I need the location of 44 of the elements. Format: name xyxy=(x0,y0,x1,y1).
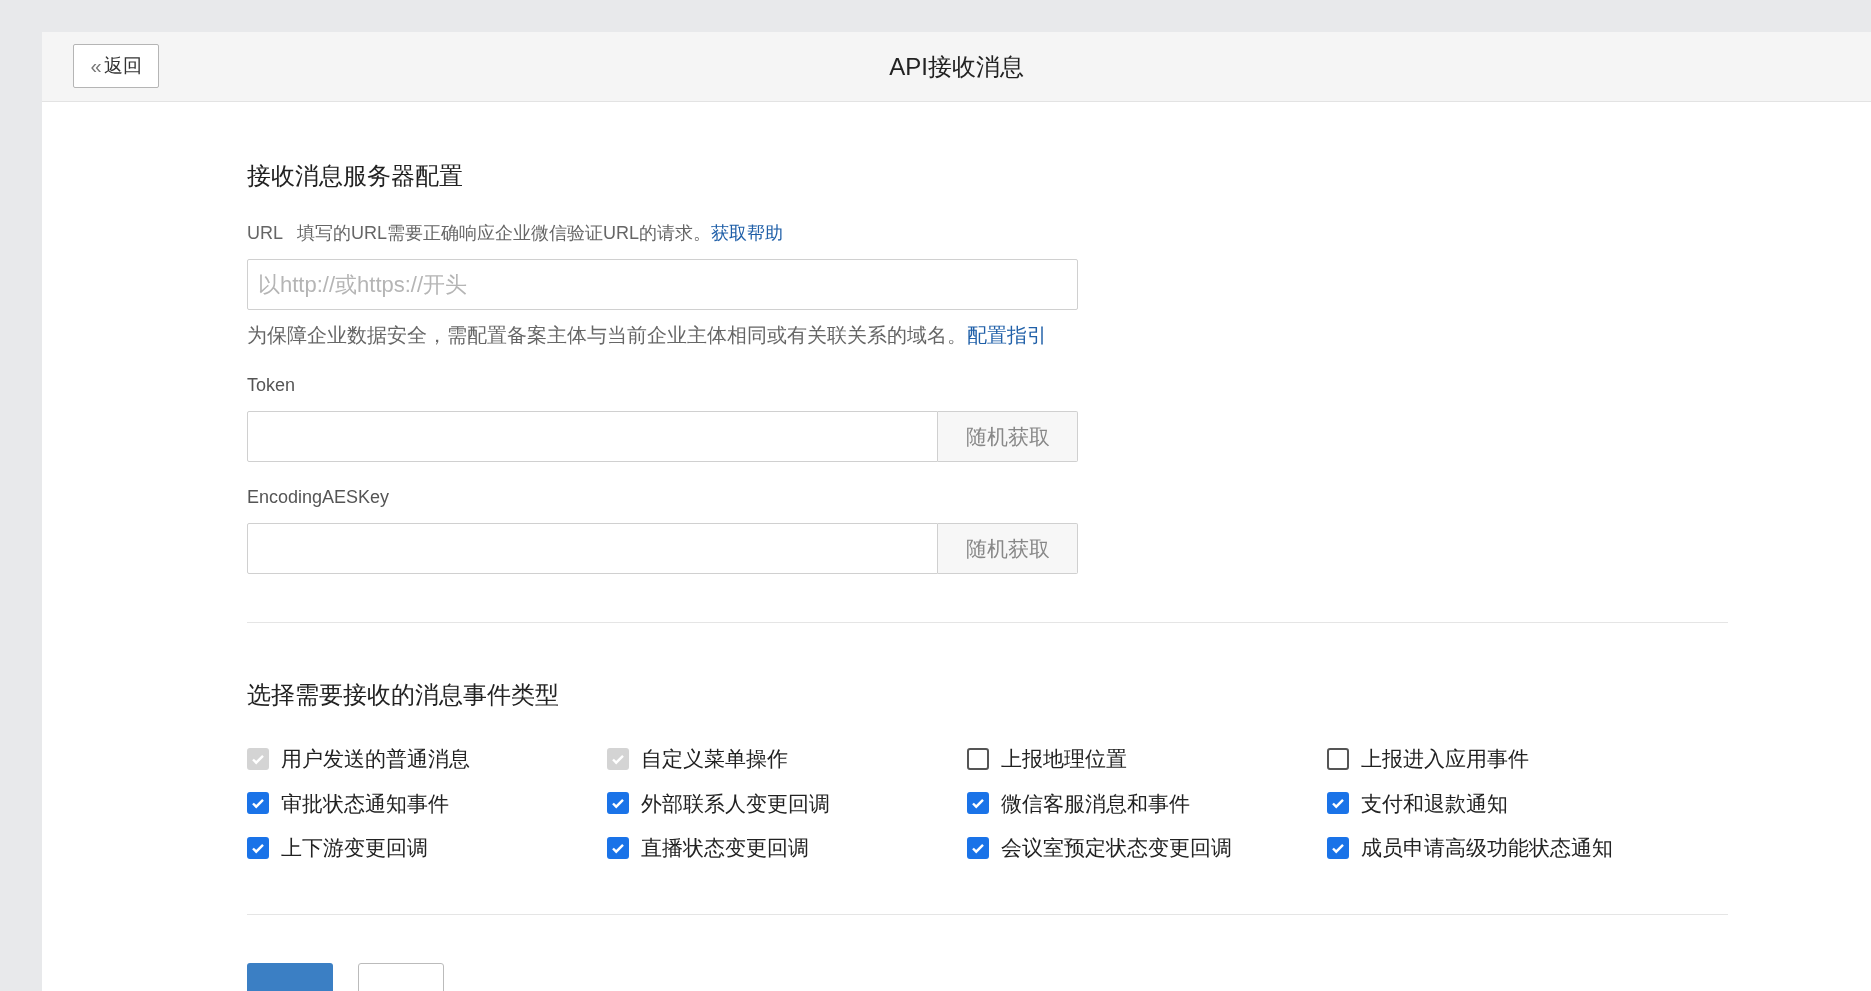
random-generate-button[interactable]: 随机获取 xyxy=(938,523,1078,574)
checkbox[interactable] xyxy=(1327,836,1349,859)
checkbox[interactable] xyxy=(1327,792,1349,815)
checkbox-label: 用户发送的普通消息 xyxy=(281,746,470,772)
checkmark-icon xyxy=(1331,796,1345,811)
checkmark-icon xyxy=(611,796,625,811)
checkbox-label: 审批状态通知事件 xyxy=(281,790,449,817)
url-input[interactable]: 以http://或https://开头 xyxy=(247,259,1078,310)
domain-note: 为保障企业数据安全，需配置备案主体与当前企业主体相同或有关联关系的域名。 xyxy=(247,323,967,348)
checkbox[interactable] xyxy=(607,836,629,859)
checkbox[interactable] xyxy=(967,747,989,770)
checkbox-label: 上报进入应用事件 xyxy=(1361,746,1529,772)
checkbox-label: 成员申请高级功能状态通知 xyxy=(1361,835,1613,861)
page-title: API接收消息 xyxy=(889,51,1024,82)
checkbox[interactable] xyxy=(607,792,629,815)
field-label: Token xyxy=(247,374,297,397)
config-guide-link[interactable]: 配置指引 xyxy=(967,320,1047,350)
back-button[interactable]: «返回 xyxy=(73,44,159,88)
checkbox-label: 直播状态变更回调 xyxy=(641,835,809,861)
checkbox[interactable] xyxy=(967,836,989,859)
checkbox-label: 上下游变更回调 xyxy=(281,835,428,861)
field-label: URL xyxy=(247,222,283,245)
checkbox-label: 微信客服消息和事件 xyxy=(1001,790,1190,817)
checkmark-icon xyxy=(251,796,265,811)
checkbox[interactable] xyxy=(1327,747,1349,770)
checkbox[interactable] xyxy=(247,836,269,859)
checkbox-label: 外部联系人变更回调 xyxy=(641,790,830,817)
checkbox[interactable] xyxy=(247,792,269,815)
input-field[interactable] xyxy=(247,411,938,462)
random-generate-button[interactable]: 随机获取 xyxy=(938,411,1078,462)
section-title: 接收消息服务器配置 xyxy=(247,161,464,191)
checkbox-label: 支付和退款通知 xyxy=(1361,790,1508,817)
checkbox-label: 自定义菜单操作 xyxy=(641,746,788,772)
input-field[interactable] xyxy=(247,523,938,574)
checkbox[interactable] xyxy=(967,792,989,815)
double-chevron-icon: « xyxy=(90,51,102,81)
section-title: 选择需要接收的消息事件类型 xyxy=(247,680,560,710)
checkmark-icon xyxy=(971,796,985,811)
field-label: EncodingAESKey xyxy=(247,486,391,509)
help-link[interactable]: 获取帮助 xyxy=(711,220,784,247)
checkbox-label: 会议室预定状态变更回调 xyxy=(1001,835,1232,861)
checkbox-label: 上报地理位置 xyxy=(1001,746,1127,772)
field-hint: 填写的URL需要正确响应企业微信验证URL的请求。 xyxy=(297,222,712,245)
primary-button[interactable] xyxy=(247,962,333,991)
